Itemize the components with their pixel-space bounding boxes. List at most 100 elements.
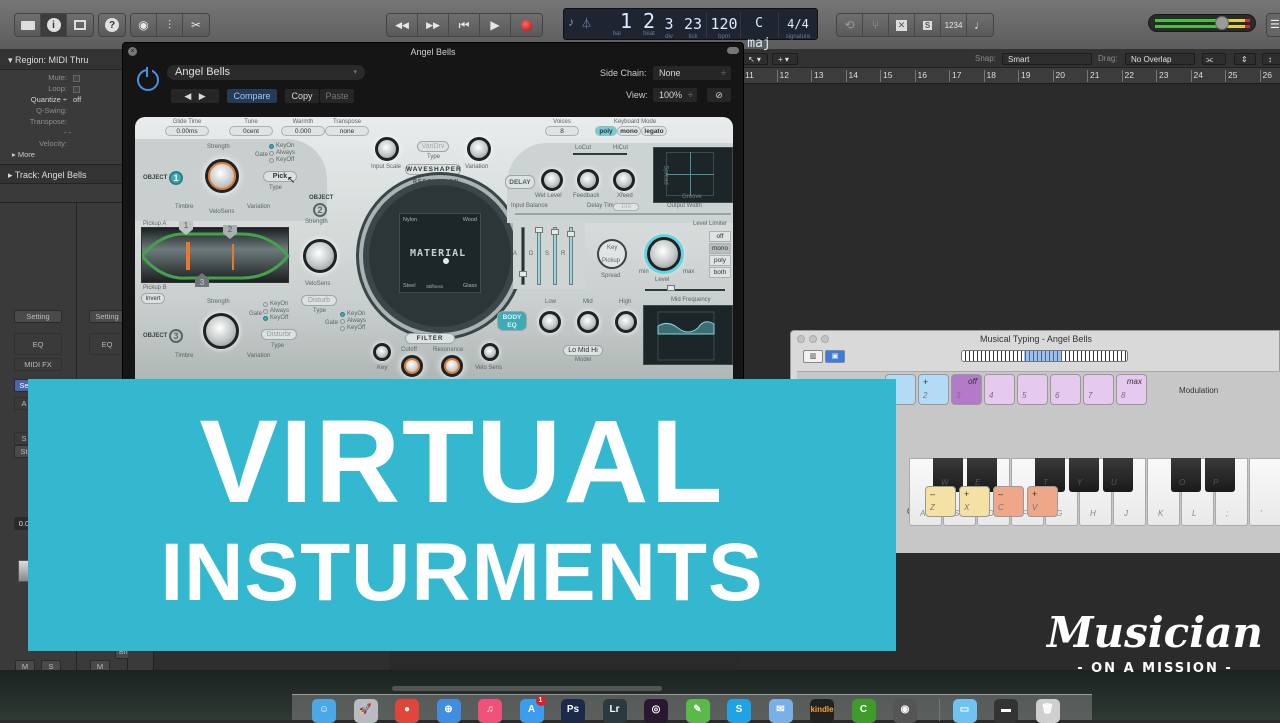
object2-strength-knob[interactable] [303,239,337,273]
pickup-display[interactable] [141,227,290,283]
material-position-handle[interactable] [443,258,449,264]
input-scale-knob[interactable] [375,137,399,161]
modulation-pad[interactable]: max 8 [1116,374,1147,405]
modulation-pad[interactable]: 7 [1083,374,1114,405]
dock-chrome-icon[interactable]: ● [395,699,419,723]
keyboard-mode-poly[interactable]: poly [595,126,617,136]
delay-time-field[interactable]: 1/16 [613,203,639,211]
strip1-midi-fx-button[interactable]: MIDI FX [14,358,62,371]
left-click-tool-menu[interactable]: ↖ ▾ [742,53,768,65]
count-in-button[interactable]: 1234 [941,14,967,36]
velocity-pad[interactable]: + V [1027,486,1058,517]
smart-controls-button[interactable]: ◉ [131,14,157,36]
dock-lightroom-icon[interactable]: Lr [602,699,627,723]
dock-logic-disk-icon[interactable]: ◉ [893,699,917,723]
object1-strength-knob[interactable] [205,159,239,193]
decay-slider[interactable] [535,227,543,233]
preset-nav-buttons[interactable]: ◀ ▶ [171,89,219,103]
rewind-button[interactable]: ◀◀ [387,14,418,36]
object3-strength-knob[interactable] [203,313,239,349]
body-eq-low-knob[interactable] [539,311,561,333]
object1-gate-keyoff[interactable] [269,158,274,163]
material-xy-area[interactable]: Nylon Wood Steel Glass Stiffness MATERIA… [399,213,481,293]
octave-pad[interactable]: +2 [918,374,949,405]
black-key[interactable]: O [1171,458,1201,492]
delay-toggle[interactable]: DELAY [505,175,535,189]
object1-gate-always[interactable] [269,151,274,156]
body-eq-toggle[interactable]: BODY EQ [497,311,527,331]
dock-skype-icon[interactable]: S [727,699,751,723]
quick-help-button[interactable]: ? [99,14,125,36]
delay-wet-level-knob[interactable] [541,169,563,191]
object2-gate-always[interactable] [340,319,345,324]
preset-menu[interactable]: Angel Bells ▾ [167,65,365,80]
object1-gate-keyon[interactable] [269,144,274,149]
transpose-field[interactable]: none [325,126,369,136]
play-button[interactable]: ▶ [480,14,511,36]
loop-checkbox[interactable] [73,86,80,93]
dock-kindle-icon[interactable]: kindle [810,699,834,723]
glide-time-field[interactable]: 0.00ms [165,126,209,136]
close-button[interactable]: × [128,47,137,56]
horizontal-scrollbar[interactable] [392,686,662,691]
toolbar-button[interactable] [67,14,93,36]
track-header[interactable]: ▸ Track: Angel Bells [0,164,127,184]
forward-button[interactable]: ▶▶ [418,14,449,36]
object3-type-select[interactable]: Disturbr [261,329,297,340]
lcd-display[interactable]: ♪ ⏃ 1bar 2beat 3div 23tick 120bpm C majk… [563,8,818,60]
filter-velo-sens-knob[interactable] [481,343,499,361]
mid-frequency-slider[interactable] [645,289,725,291]
keyboard-range-overview[interactable] [961,350,1128,362]
fit-vertical-button[interactable]: ⇕ [1234,53,1256,65]
go-to-start-button[interactable]: ⏮ [449,14,480,36]
tune-field[interactable]: 0cent [229,126,273,136]
black-key[interactable]: Y [1069,458,1099,492]
piano-layout-button[interactable]: ▥ [803,350,823,363]
metronome-button[interactable]: ♩ [967,14,993,36]
dock-evernote-icon[interactable]: ✎ [685,699,710,723]
dock-mail-icon[interactable]: ✉ [768,699,793,723]
attack-slider[interactable] [519,271,527,277]
dock-trash-icon[interactable]: 🗑 [1035,699,1060,723]
inspector-button[interactable]: i [41,14,67,36]
dock-downloads-folder-icon[interactable]: ▭ [952,699,977,723]
sustain-slider[interactable] [551,229,559,235]
delay-xfeed-knob[interactable] [613,169,635,191]
waveshaper-toggle[interactable]: WAVESHAPER [405,164,461,175]
limiter-mono[interactable]: mono [709,243,731,254]
black-key[interactable]: P [1205,458,1235,492]
object3-gate-always[interactable] [263,309,268,314]
master-volume-handle[interactable] [1215,16,1229,30]
limiter-off[interactable]: off [709,231,731,242]
modulation-pad[interactable]: 6 [1050,374,1081,405]
object2-gate-keyoff[interactable] [340,326,345,331]
mixer-button[interactable]: ⫶ [157,14,183,36]
drag-select[interactable]: No Overlap [1125,53,1195,65]
material-pad[interactable]: RESOLUTION Nylon Wood Steel Glass Stiffn… [363,179,517,333]
object1-toggle[interactable]: 1 [169,171,183,185]
dock-camtasia-icon[interactable]: C [851,699,876,723]
object3-toggle[interactable]: 3 [169,329,183,343]
bar-ruler[interactable]: 11 12 13 14 15 16 17 18 19 20 21 22 23 24 25 26 [740,68,1280,84]
dock-photoshop-icon[interactable]: Ps [561,699,585,723]
object2-gate-keyon[interactable] [340,312,345,317]
delay-feedback-knob[interactable] [577,169,599,191]
snap-select[interactable]: Smart [1002,53,1092,65]
object2-type-select[interactable]: Disturb [301,295,337,306]
view-zoom-select[interactable]: 100% ÷ [653,88,697,102]
warmth-field[interactable]: 0.000 [281,126,325,136]
filter-key-knob[interactable] [373,343,391,361]
lcd-tempo[interactable]: 120 bpm [708,11,740,41]
keyboard-mode-legato[interactable]: legato [641,126,667,136]
delay-groove-pad[interactable]: Spread Groove [653,147,733,203]
replace-button[interactable]: ✕ [889,14,915,36]
keyboard-range-selection[interactable] [1024,351,1062,361]
variation-knob[interactable] [467,137,491,161]
master-volume-meter[interactable] [1148,14,1256,32]
delay-cut-range[interactable] [573,153,627,155]
more-disclosure[interactable]: ▸ More [0,150,127,161]
spread-control[interactable]: Key Pickup [597,239,627,269]
strip2-eq-button[interactable]: EQ [89,333,125,355]
qswing-row[interactable]: Q-Swing: [0,106,127,117]
region-header[interactable]: ▾ Region: MIDI Thru [0,50,127,70]
